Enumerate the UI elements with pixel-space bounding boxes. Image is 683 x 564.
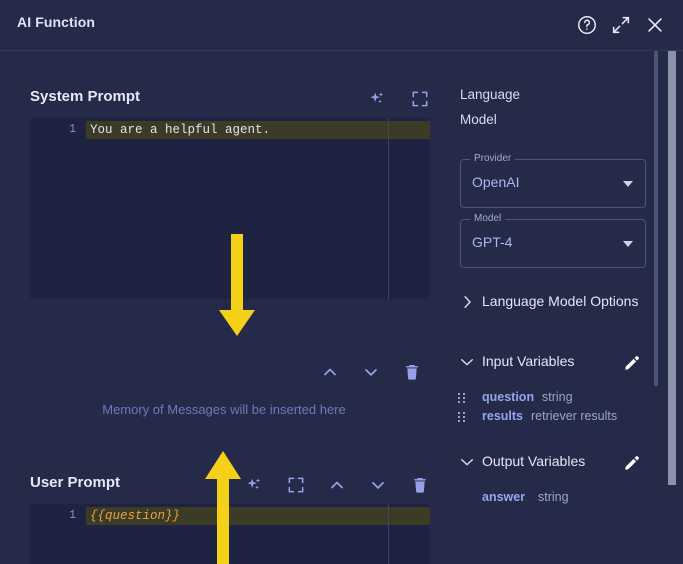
settings-panel: Language Model Provider OpenAI Model GPT…	[448, 51, 683, 564]
dialog-scrollbar-track[interactable]	[666, 51, 683, 564]
settings-panel-scrollbar-track[interactable]	[653, 51, 659, 564]
dialog-titlebar: AI Function	[0, 0, 683, 51]
language-model-heading-line1: Language	[460, 87, 521, 102]
prompt-editor-column: System Prompt 1 You are a helpful agent.…	[0, 51, 448, 564]
edit-input-variables-pencil-icon[interactable]	[623, 354, 641, 372]
language-model-options-label: Language Model Options	[482, 293, 639, 309]
dialog-title: AI Function	[17, 14, 96, 30]
drag-handle-icon[interactable]	[458, 393, 468, 405]
user-prompt-title: User Prompt	[30, 474, 121, 491]
system-prompt-editor[interactable]: 1 You are a helpful agent.	[30, 118, 430, 299]
system-prompt-move-up-icon[interactable]	[320, 362, 340, 382]
dialog-scrollbar-thumb[interactable]	[668, 51, 676, 485]
system-prompt-title: System Prompt	[30, 88, 141, 105]
user-prompt-sparkle-icon[interactable]	[245, 475, 265, 495]
expand-diagonal-icon[interactable]	[610, 14, 632, 36]
system-prompt-sparkle-icon[interactable]	[368, 89, 388, 109]
language-model-heading-line2: Model	[460, 112, 497, 127]
editor-vertical-ruler	[388, 504, 389, 564]
input-variable-type: retriever results	[531, 409, 618, 423]
drag-handle-icon[interactable]	[458, 412, 468, 424]
provider-select-value: OpenAI	[472, 174, 520, 190]
input-variables-label: Input Variables	[482, 353, 575, 369]
user-prompt-editor[interactable]: 1 {{question}}	[30, 504, 430, 564]
output-variable-type: string	[538, 490, 569, 504]
system-prompt-delete-icon[interactable]	[402, 362, 422, 382]
system-prompt-fullscreen-icon[interactable]	[410, 89, 430, 109]
chevron-right-icon	[458, 293, 476, 311]
help-circle-icon[interactable]	[576, 14, 598, 36]
user-prompt-move-down-icon[interactable]	[368, 475, 388, 495]
user-prompt-delete-icon[interactable]	[410, 475, 430, 495]
user-prompt-fullscreen-icon[interactable]	[286, 475, 306, 495]
output-variable-name: answer	[482, 490, 526, 504]
line-content: {{question}}	[90, 509, 181, 523]
input-variable-type: string	[542, 390, 573, 404]
edit-output-variables-pencil-icon[interactable]	[623, 454, 641, 472]
close-icon[interactable]	[644, 14, 666, 36]
model-select[interactable]: Model GPT-4	[460, 213, 646, 268]
chevron-down-icon[interactable]	[623, 181, 633, 187]
provider-select-legend: Provider	[470, 153, 516, 164]
settings-panel-scrollbar-thumb[interactable]	[654, 51, 658, 386]
input-variable-name: results	[482, 409, 523, 423]
language-model-options-accordion[interactable]: Language Model Options	[458, 292, 658, 314]
editor-line: 1 {{question}}	[30, 507, 430, 525]
input-variable-name: question	[482, 390, 535, 404]
system-prompt-move-down-icon[interactable]	[361, 362, 381, 382]
system-prompt-row-toolbar	[320, 361, 430, 383]
provider-select[interactable]: Provider OpenAI	[460, 153, 646, 208]
chevron-down-icon[interactable]	[623, 241, 633, 247]
editor-vertical-ruler	[388, 118, 389, 299]
editor-line: 1 You are a helpful agent.	[30, 121, 430, 139]
model-select-legend: Model	[470, 213, 506, 224]
line-content: You are a helpful agent.	[90, 123, 271, 137]
user-prompt-move-up-icon[interactable]	[327, 475, 347, 495]
model-select-value: GPT-4	[472, 234, 513, 250]
user-prompt-header: User Prompt	[30, 474, 430, 498]
memory-insert-note: Memory of Messages will be inserted here	[102, 402, 346, 417]
output-variables-label: Output Variables	[482, 453, 586, 469]
line-number: 1	[69, 123, 76, 136]
line-number: 1	[69, 509, 76, 522]
ai-function-dialog: AI Function System Prompt 1 You are a he…	[0, 0, 683, 564]
chevron-down-icon	[458, 353, 476, 371]
chevron-down-icon	[458, 453, 476, 471]
system-prompt-header: System Prompt	[30, 88, 430, 112]
